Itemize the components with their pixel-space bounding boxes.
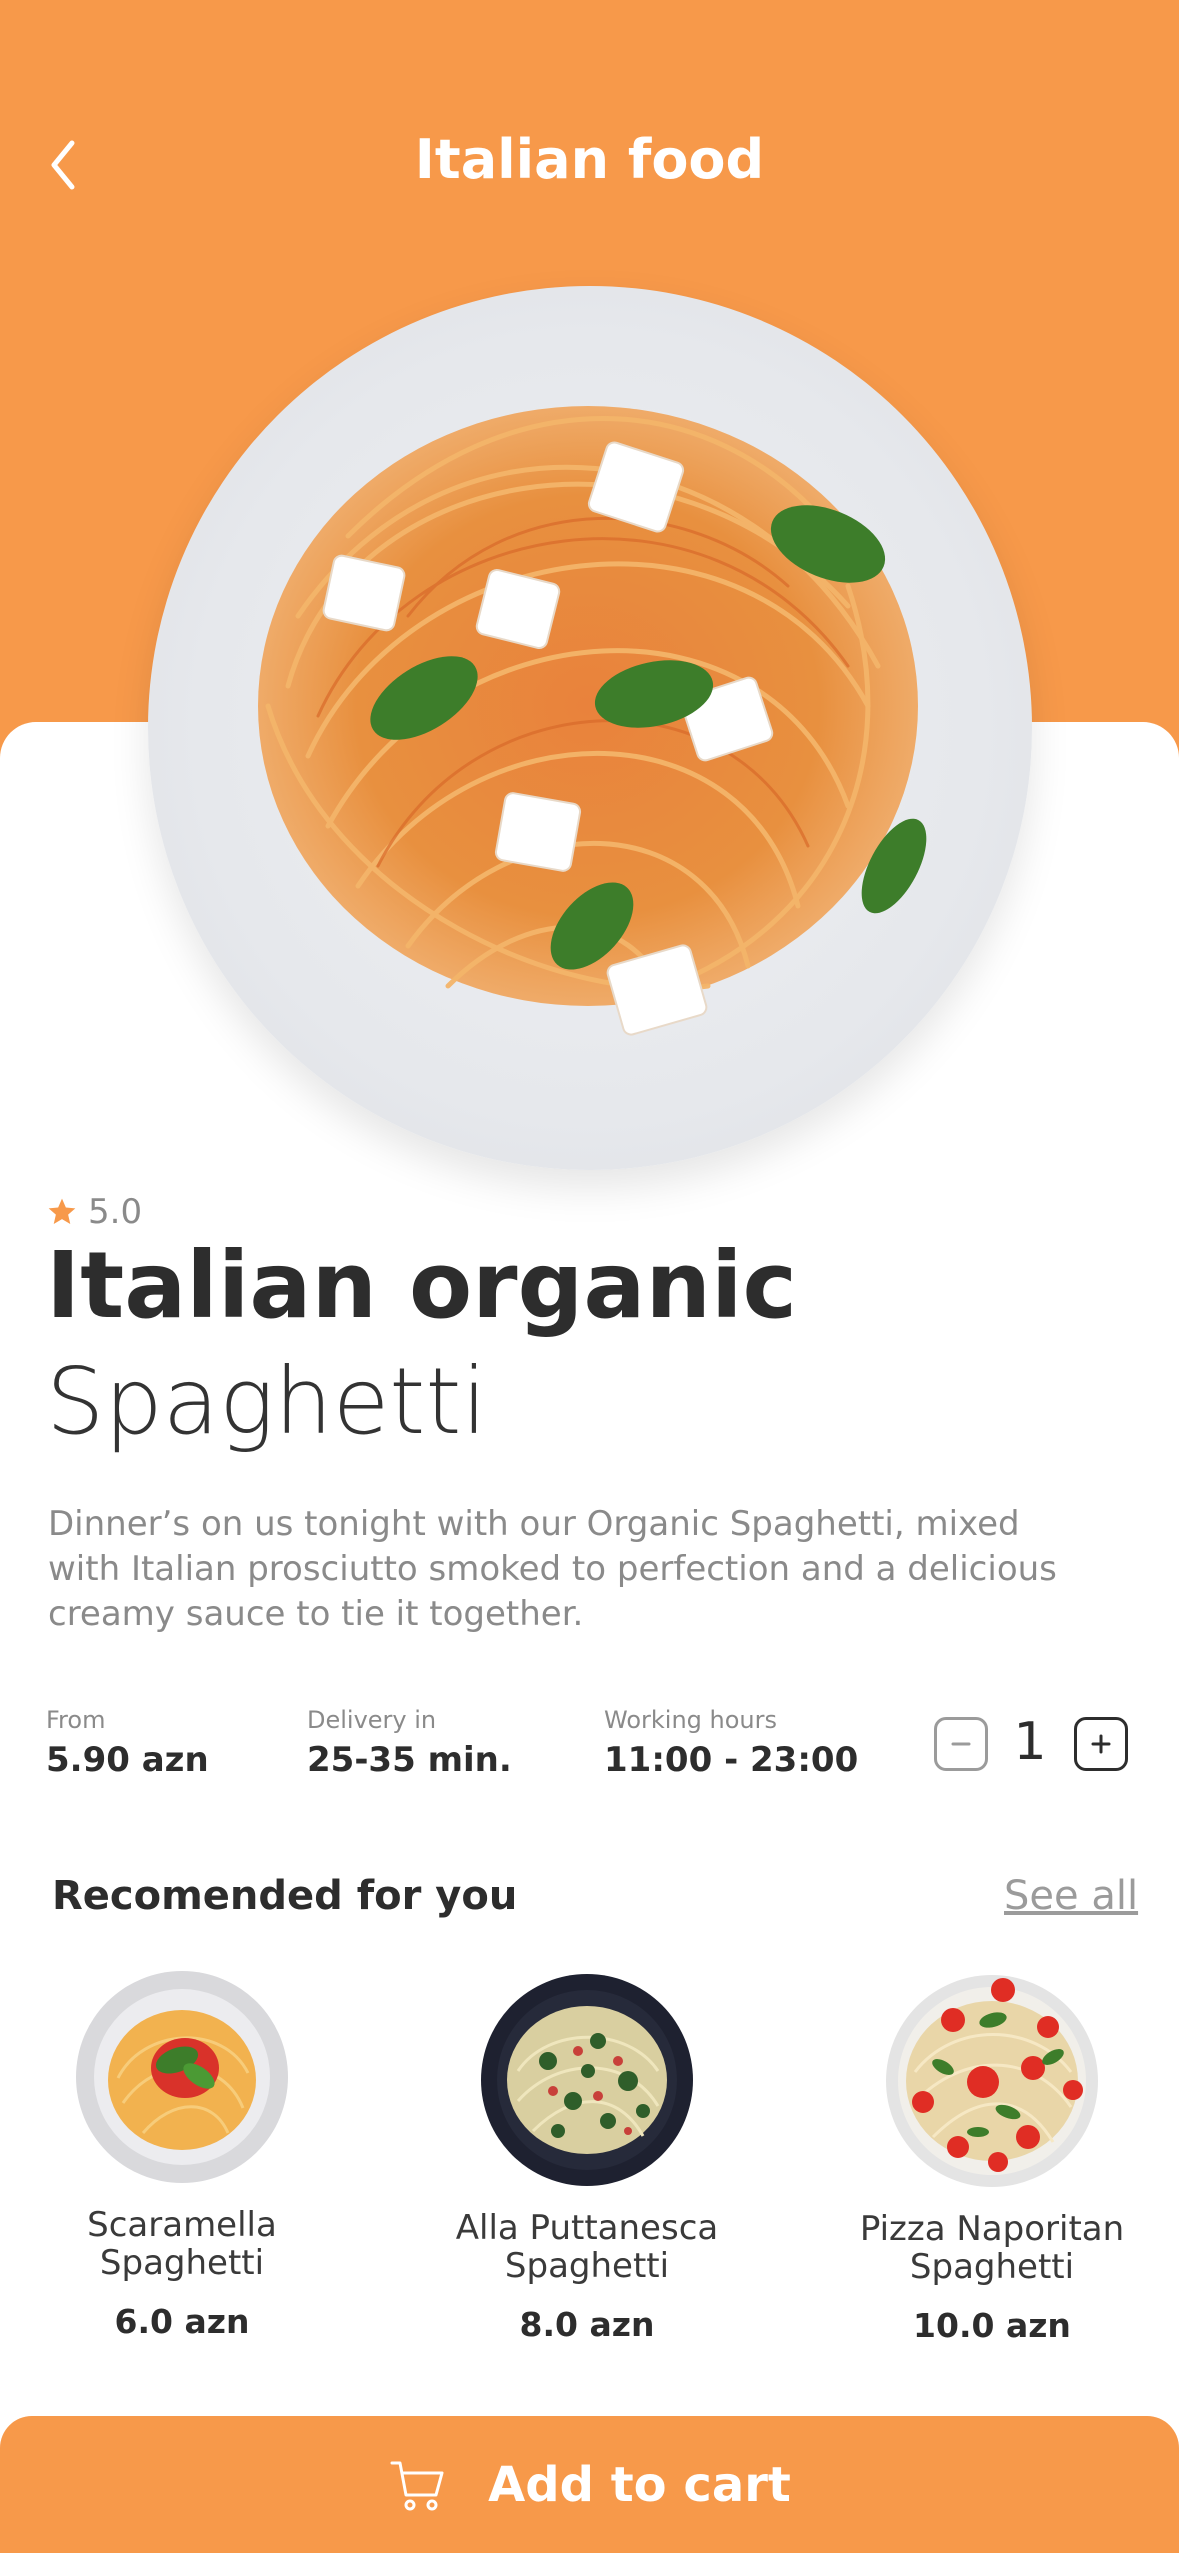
recommended-item-price: 10.0 azn [913,2306,1071,2345]
recommended-item-scaramella[interactable]: Scaramella Spaghetti 6.0 azn [32,1968,332,2341]
info-label: From [46,1706,106,1734]
alla-puttanesca-image [481,1974,693,2186]
plus-icon [1091,1734,1111,1754]
cart-icon [390,2461,444,2510]
name-line: Spaghetti [909,2247,1075,2287]
info-label: Delivery in [307,1706,437,1734]
hero-pasta-image [258,406,927,1036]
recommended-item-price: 6.0 azn [114,2302,250,2341]
info-price: From 5.90 azn [46,1706,209,1780]
recommended-item-alla-puttanesca[interactable]: Alla Puttanesca Spaghetti 8.0 azn [437,1971,737,2344]
product-title-bold: Italian organic [46,1232,798,1339]
rating-value: 5.0 [88,1192,143,1232]
recommended-item-name: Pizza Naporitan Spaghetti [842,2210,1142,2286]
info-value: 11:00 - 23:00 [604,1740,859,1780]
recommended-title: Recomended for you [52,1873,518,1919]
product-description: Dinner’s on us tonight with our Organic … [48,1504,1057,1634]
add-to-cart-label: Add to cart [488,2456,791,2513]
name-line: Alla Puttanesca [455,2208,719,2248]
name-line: Pizza Naporitan [859,2209,1125,2249]
minus-icon [951,1742,971,1746]
name-line: Spaghetti [99,2243,265,2283]
pizza-naporitan-image [886,1975,1098,2187]
recommended-item-name: Scaramella Spaghetti [32,2206,332,2282]
recommended-item-price: 8.0 azn [519,2305,655,2344]
info-working-hours: Working hours 11:00 - 23:00 [604,1706,858,1780]
recommended-item-pizza-naporitan[interactable]: Pizza Naporitan Spaghetti 10.0 azn [842,1972,1142,2345]
star-icon [48,1198,76,1224]
quantity-value: 1 [1013,1712,1047,1772]
info-value: 5.90 azn [46,1740,209,1780]
see-all-link[interactable]: See all [1004,1873,1138,1919]
name-line: Spaghetti [504,2246,670,2286]
page-title: Italian food [414,128,765,191]
add-to-cart-button[interactable]: Add to cart [0,2416,1179,2553]
rating: 5.0 [46,1192,142,1232]
scaramella-image [76,1971,288,2183]
info-label: Working hours [604,1706,777,1734]
info-delivery: Delivery in 25-35 min. [307,1706,512,1780]
info-value: 25-35 min. [307,1740,512,1780]
product-title-light: Spaghetti [46,1348,487,1455]
name-line: Scaramella [87,2205,277,2245]
recommended-item-name: Alla Puttanesca Spaghetti [437,2209,737,2285]
quantity-decrease-button[interactable] [934,1717,988,1771]
quantity-increase-button[interactable] [1074,1717,1128,1771]
